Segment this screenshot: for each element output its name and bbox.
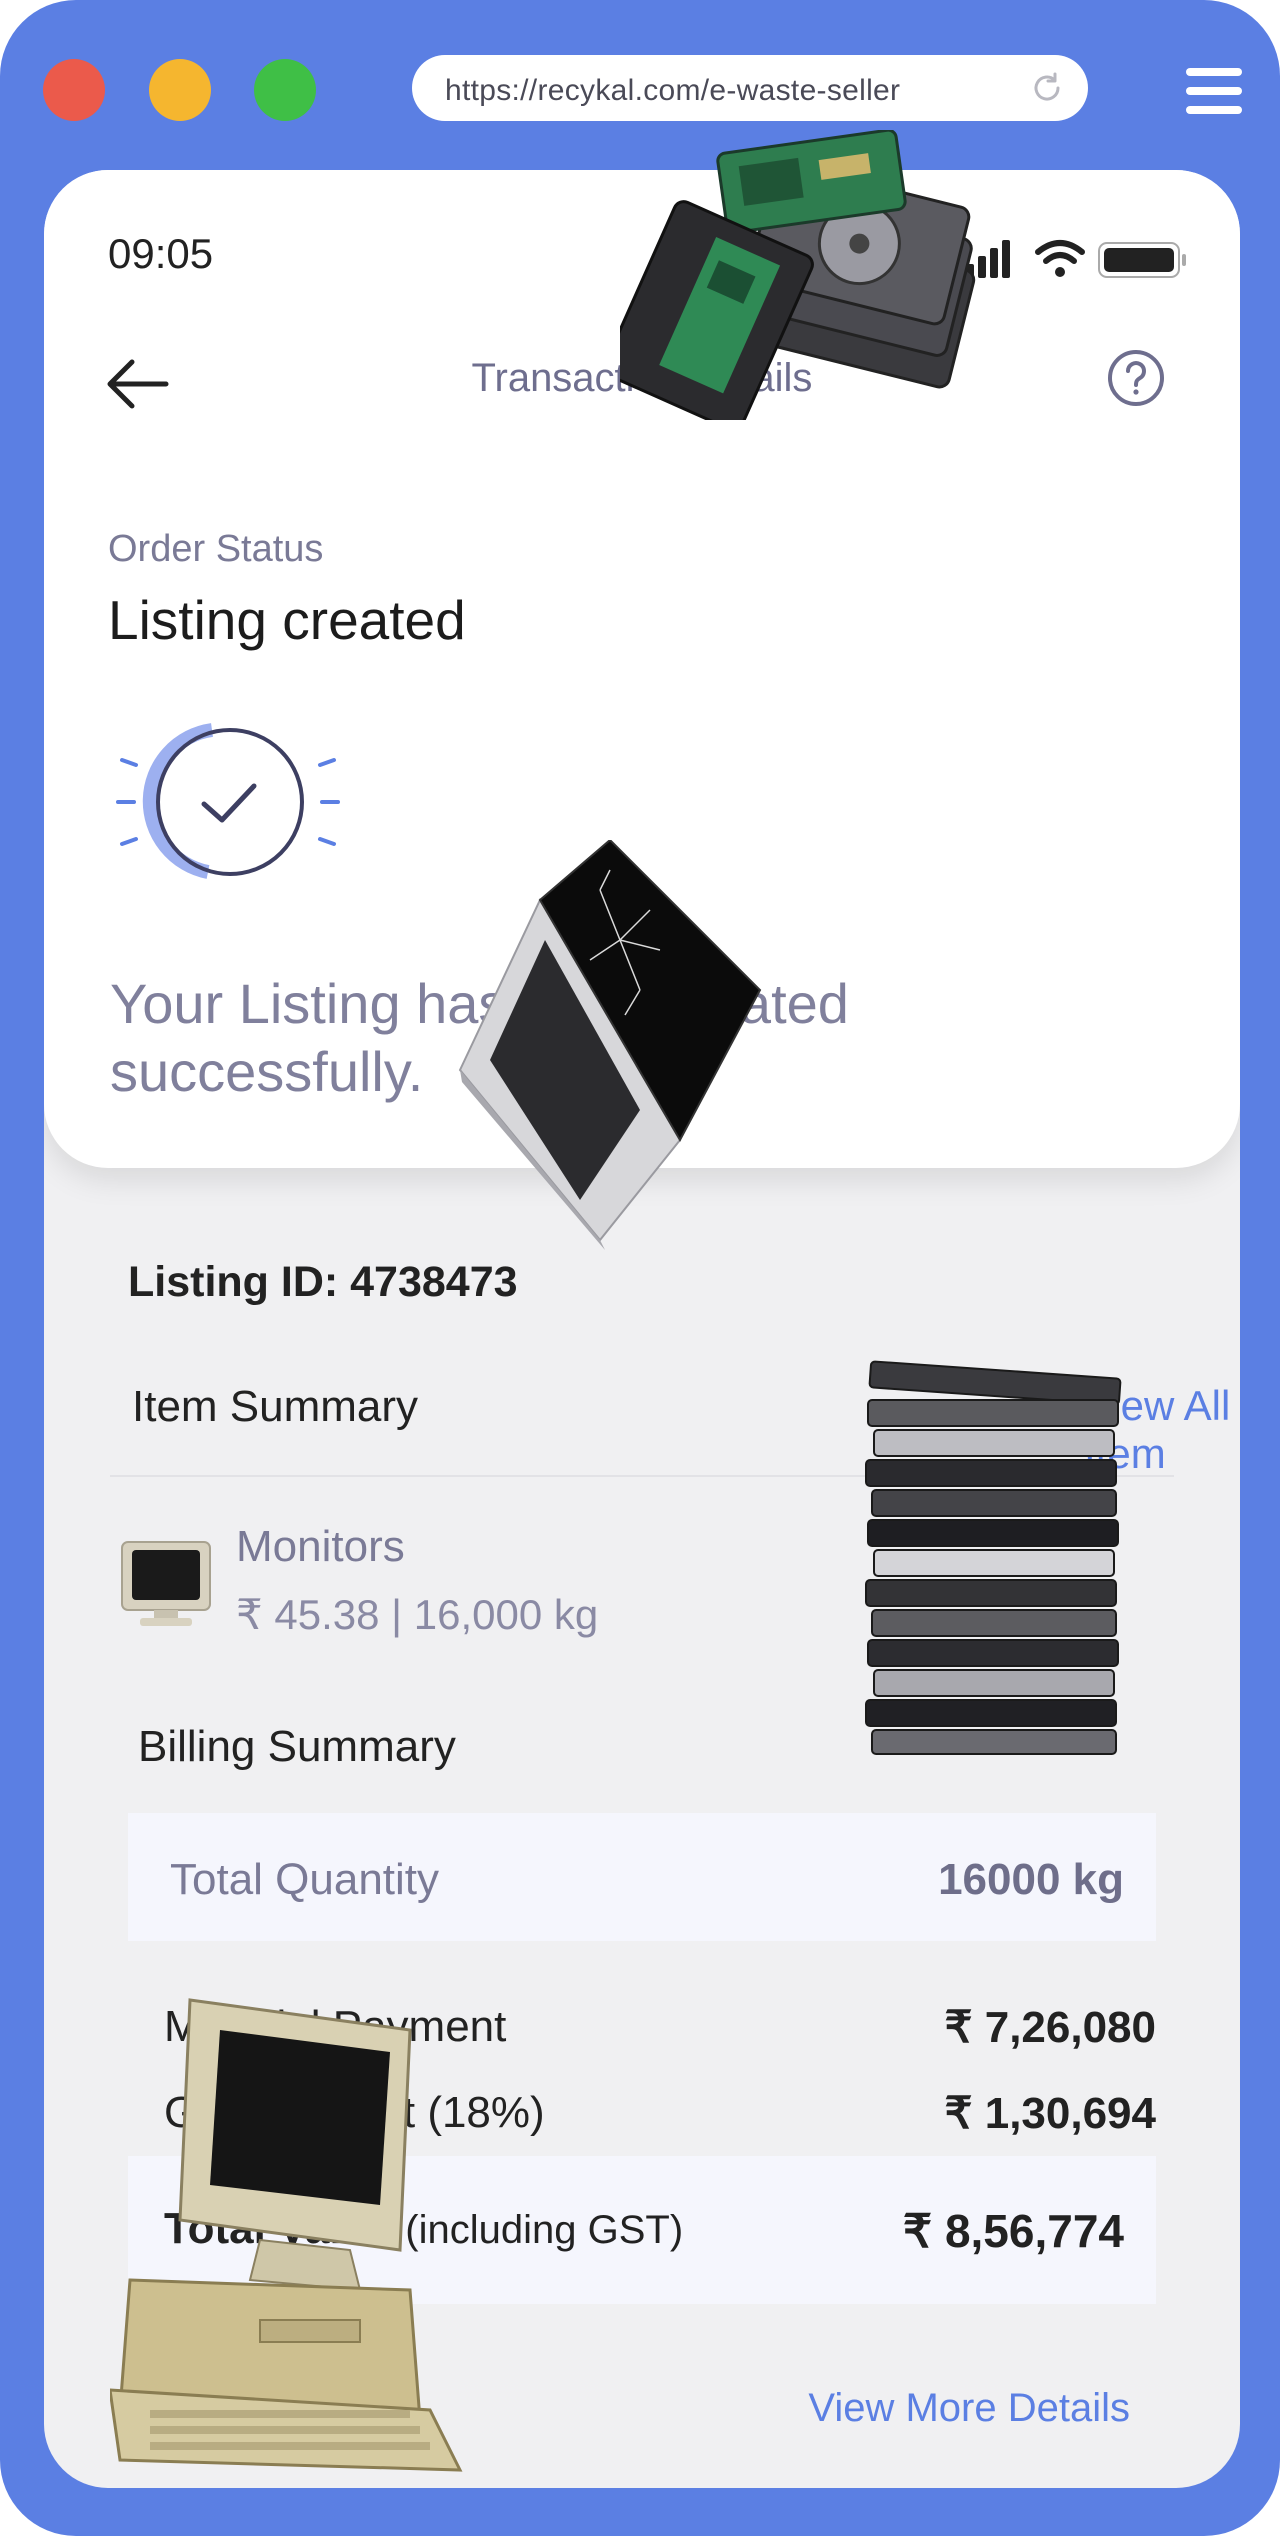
item-summary-title: Item Summary <box>132 1382 419 1431</box>
total-quantity-label: Total Quantity <box>170 1855 440 1904</box>
wifi-icon <box>1035 240 1085 277</box>
battery-icon <box>1098 242 1186 278</box>
reload-icon[interactable] <box>1028 69 1066 107</box>
billing-summary-title: Billing Summary <box>138 1722 456 1771</box>
check-circle-icon <box>116 723 340 879</box>
item-name: Monitors <box>236 1522 405 1571</box>
close-window-button[interactable] <box>43 59 105 121</box>
total-quantity-row: Total Quantity 16000 kg <box>128 1813 1156 1941</box>
maximize-window-button[interactable] <box>254 59 316 121</box>
status-time: 09:05 <box>108 230 214 277</box>
hard-drives-image <box>620 130 976 420</box>
help-icon[interactable] <box>1106 348 1166 408</box>
gst-value: ₹ 1,30,694 <box>944 2089 1157 2138</box>
material-payment-value: ₹ 7,26,080 <box>944 2003 1157 2052</box>
browser-frame: https://recykal.com/e-waste-seller 09:05 <box>0 0 1280 2536</box>
order-status-value: Listing created <box>108 589 466 651</box>
broken-laptop-image <box>458 840 762 1250</box>
old-computer-image <box>110 1998 463 2472</box>
total-quantity-value: 16000 kg <box>938 1855 1124 1904</box>
url-text[interactable]: https://recykal.com/e-waste-seller <box>445 74 900 108</box>
view-more-details-link[interactable]: View More Details <box>808 2386 1130 2431</box>
order-status-label: Order Status <box>108 528 324 570</box>
menu-icon[interactable] <box>1186 64 1242 118</box>
monitor-icon <box>121 1541 211 1626</box>
item-price-weight: ₹ 45.38 | 16,000 kg <box>236 1591 599 1638</box>
total-value-amount: ₹ 8,56,774 <box>902 2205 1124 2257</box>
listing-id: Listing ID: 4738473 <box>128 1258 518 1306</box>
address-bar[interactable]: https://recykal.com/e-waste-seller <box>412 55 1088 121</box>
laptop-stack-image <box>865 1360 1122 1755</box>
minimize-window-button[interactable] <box>149 59 211 121</box>
